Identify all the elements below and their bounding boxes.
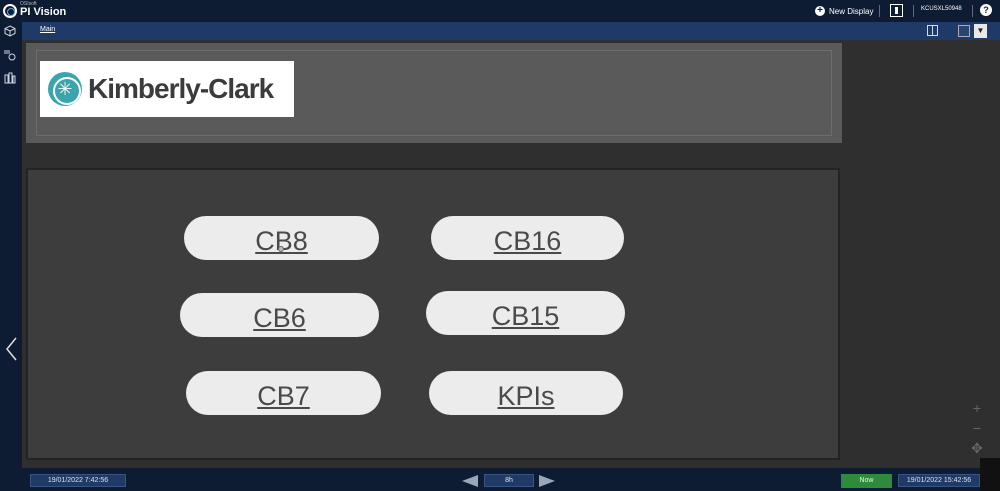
zoom-out-icon[interactable]: −: [966, 418, 988, 438]
new-display-button[interactable]: + New Display: [815, 4, 873, 18]
user-name[interactable]: KCUSXL50948: [921, 6, 962, 12]
time-forward-arrow-icon[interactable]: [539, 475, 555, 487]
nav-button-cb16[interactable]: CB16: [431, 216, 624, 260]
nav-button-cb8[interactable]: CB8: [184, 216, 379, 260]
duration-field[interactable]: 8h: [484, 474, 534, 487]
left-sidebar: [0, 22, 22, 468]
brand-emblem-icon: [48, 72, 82, 106]
info-panel-icon[interactable]: [890, 4, 903, 17]
time-back-arrow-icon[interactable]: [462, 475, 478, 487]
cube-icon[interactable]: [3, 25, 17, 39]
pi-vision-logo-icon[interactable]: [3, 4, 17, 18]
display-canvas: Kimberly-Clark CB8 CB16 CB6 CB15 CB7 KPI…: [22, 40, 1000, 468]
nav-button-cb6[interactable]: CB6: [180, 293, 379, 337]
chevron-left-icon[interactable]: [5, 337, 17, 361]
chevron-down-icon[interactable]: ▼: [974, 24, 987, 38]
header-panel: Kimberly-Clark: [26, 43, 842, 143]
zoom-in-icon[interactable]: +: [966, 398, 988, 418]
zoom-controls: + − ✥: [966, 398, 988, 458]
plus-circle-icon: +: [815, 6, 825, 16]
now-button[interactable]: Now: [841, 474, 892, 488]
divider: [972, 5, 973, 17]
trend-icon[interactable]: [3, 49, 17, 63]
corner-overlay: [980, 458, 1000, 491]
pan-icon[interactable]: ✥: [966, 438, 988, 458]
nav-button-cb15[interactable]: CB15: [426, 291, 625, 335]
start-time-field[interactable]: 19/01/2022 7:42:56: [30, 474, 126, 487]
divider: [913, 5, 914, 17]
new-display-label: New Display: [829, 6, 874, 16]
help-icon[interactable]: ?: [980, 4, 992, 16]
brand-name: Kimberly-Clark: [88, 73, 274, 104]
time-bar: 19/01/2022 7:42:56 8h Now 19/01/2022 15:…: [0, 468, 1000, 491]
mouse-cursor-icon: [278, 246, 284, 252]
app-title[interactable]: PI Vision: [20, 6, 66, 18]
layout-icon[interactable]: [927, 25, 938, 36]
divider: [879, 5, 880, 17]
top-bar: OSIsoft PI Vision + New Display KCUSXL50…: [0, 0, 1000, 22]
kimberly-clark-logo: Kimberly-Clark: [40, 61, 294, 117]
end-time-field[interactable]: 19/01/2022 15:42:56: [898, 474, 980, 487]
tab-main[interactable]: Main: [40, 26, 55, 33]
display-tab-strip: Main ▼: [22, 22, 1000, 40]
library-icon[interactable]: [3, 72, 17, 86]
save-icon[interactable]: [958, 25, 970, 37]
nav-button-kpis[interactable]: KPIs: [429, 371, 623, 415]
nav-button-cb7[interactable]: CB7: [186, 371, 381, 415]
